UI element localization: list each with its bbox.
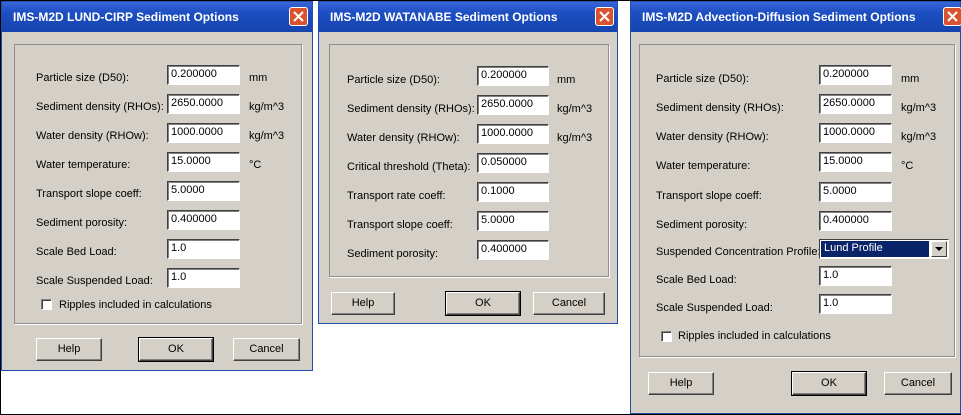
title-bar[interactable]: IMS-M2D WATANABE Sediment Options: [319, 2, 617, 32]
dialog-title: IMS-M2D WATANABE Sediment Options: [330, 10, 558, 24]
scale-bed-load-input[interactable]: 1.0: [167, 239, 240, 259]
particle-size-unit: mm: [557, 74, 576, 86]
scale-suspended-load-input[interactable]: 1.0: [167, 268, 240, 288]
lund-cirp-dialog: IMS-M2D LUND-CIRP Sediment Options Parti…: [1, 1, 313, 371]
ripples-label: Ripples included in calculations: [59, 299, 212, 311]
dialog-title: IMS-M2D LUND-CIRP Sediment Options: [13, 10, 239, 24]
scale-suspended-load-label: Scale Suspended Load:: [36, 275, 153, 287]
particle-size-label: Particle size (D50):: [36, 72, 129, 84]
water-density-unit: kg/m^3: [249, 130, 285, 142]
sediment-density-input[interactable]: 2650.0000: [167, 94, 240, 114]
particle-size-input[interactable]: 0.200000: [167, 65, 240, 85]
cancel-button[interactable]: Cancel: [884, 372, 952, 395]
scale-bed-load-label: Scale Bed Load:: [36, 246, 117, 258]
transport-slope-input[interactable]: 5.0000: [477, 211, 549, 231]
critical-threshold-label: Critical threshold (Theta):: [347, 161, 471, 173]
water-density-input[interactable]: 1000.0000: [819, 123, 892, 143]
sediment-density-label: Sediment density (RHOs):: [347, 103, 475, 115]
water-density-input[interactable]: 1000.0000: [477, 124, 549, 144]
sediment-density-input[interactable]: 2650.0000: [819, 94, 892, 114]
particle-size-label: Particle size (D50):: [347, 74, 440, 86]
water-temperature-unit: °C: [249, 159, 262, 171]
sediment-porosity-label: Sediment porosity:: [347, 248, 439, 260]
sediment-density-label: Sediment density (RHOs):: [656, 102, 784, 114]
particle-size-input[interactable]: 0.200000: [477, 66, 549, 86]
cancel-button[interactable]: Cancel: [533, 292, 605, 315]
scale-bed-load-input[interactable]: 1.0: [819, 266, 892, 286]
close-x-icon: [293, 11, 304, 22]
water-temperature-label: Water temperature:: [36, 159, 131, 171]
sediment-density-label: Sediment density (RHOs):: [36, 101, 164, 113]
transport-slope-input[interactable]: 5.0000: [167, 181, 240, 201]
water-temperature-unit: °C: [901, 160, 914, 172]
ripples-checkbox[interactable]: [41, 299, 52, 310]
scale-suspended-load-label: Scale Suspended Load:: [656, 302, 773, 314]
suspended-profile-label: Suspended Concentration Profile:: [656, 246, 821, 258]
transport-slope-label: Transport slope coeff:: [656, 190, 762, 202]
help-button[interactable]: Help: [331, 292, 395, 315]
ok-button[interactable]: OK: [445, 291, 521, 316]
sediment-porosity-input[interactable]: 0.400000: [167, 210, 240, 230]
ripples-label: Ripples included in calculations: [678, 330, 831, 342]
dialog-title: IMS-M2D Advection-Diffusion Sediment Opt…: [642, 10, 916, 24]
particle-size-unit: mm: [901, 73, 920, 85]
close-button[interactable]: [943, 7, 961, 26]
close-button[interactable]: [289, 7, 308, 26]
suspended-profile-value: Lund Profile: [821, 241, 929, 257]
close-x-icon: [947, 11, 958, 22]
water-temperature-input[interactable]: 15.0000: [167, 152, 240, 172]
sediment-porosity-label: Sediment porosity:: [656, 219, 748, 231]
close-x-icon: [599, 11, 610, 22]
sediment-density-unit: kg/m^3: [901, 102, 937, 114]
transport-rate-label: Transport rate coeff:: [347, 190, 446, 202]
title-bar[interactable]: IMS-M2D Advection-Diffusion Sediment Opt…: [631, 2, 961, 32]
close-button[interactable]: [595, 7, 614, 26]
water-density-label: Water density (RHOw):: [656, 131, 769, 143]
transport-slope-label: Transport slope coeff:: [347, 219, 453, 231]
transport-rate-input[interactable]: 0.1000: [477, 182, 549, 202]
sediment-porosity-input[interactable]: 0.400000: [477, 240, 549, 260]
scale-bed-load-label: Scale Bed Load:: [656, 274, 737, 286]
sediment-density-input[interactable]: 2650.0000: [477, 95, 549, 115]
sediment-density-unit: kg/m^3: [557, 103, 593, 115]
scale-suspended-load-input[interactable]: 1.0: [819, 294, 892, 314]
ok-button[interactable]: OK: [138, 337, 214, 362]
ok-button[interactable]: OK: [791, 371, 867, 396]
cancel-button[interactable]: Cancel: [233, 338, 300, 361]
transport-slope-input[interactable]: 5.0000: [819, 182, 892, 202]
chevron-down-icon: [935, 247, 943, 251]
advection-diffusion-dialog: IMS-M2D Advection-Diffusion Sediment Opt…: [630, 1, 961, 414]
water-temperature-label: Water temperature:: [656, 160, 751, 172]
ripples-checkbox[interactable]: [661, 331, 672, 342]
particle-size-unit: mm: [249, 72, 268, 84]
water-density-unit: kg/m^3: [557, 132, 593, 144]
help-button[interactable]: Help: [648, 372, 714, 395]
help-button[interactable]: Help: [36, 338, 102, 361]
water-temperature-input[interactable]: 15.0000: [819, 152, 892, 172]
water-density-unit: kg/m^3: [901, 131, 937, 143]
critical-threshold-input[interactable]: 0.050000: [477, 153, 549, 173]
suspended-profile-dropdown[interactable]: Lund Profile: [819, 239, 949, 259]
watanabe-dialog: IMS-M2D WATANABE Sediment Options Partic…: [318, 1, 618, 324]
particle-size-input[interactable]: 0.200000: [819, 65, 892, 85]
water-density-input[interactable]: 1000.0000: [167, 123, 240, 143]
title-bar[interactable]: IMS-M2D LUND-CIRP Sediment Options: [2, 2, 312, 32]
water-density-label: Water density (RHOw):: [36, 130, 149, 142]
particle-size-label: Particle size (D50):: [656, 73, 749, 85]
sediment-porosity-input[interactable]: 0.400000: [819, 211, 892, 231]
sediment-porosity-label: Sediment porosity:: [36, 217, 128, 229]
transport-slope-label: Transport slope coeff:: [36, 188, 142, 200]
dropdown-arrow-button[interactable]: [931, 241, 947, 257]
sediment-density-unit: kg/m^3: [249, 101, 285, 113]
water-density-label: Water density (RHOw):: [347, 132, 460, 144]
